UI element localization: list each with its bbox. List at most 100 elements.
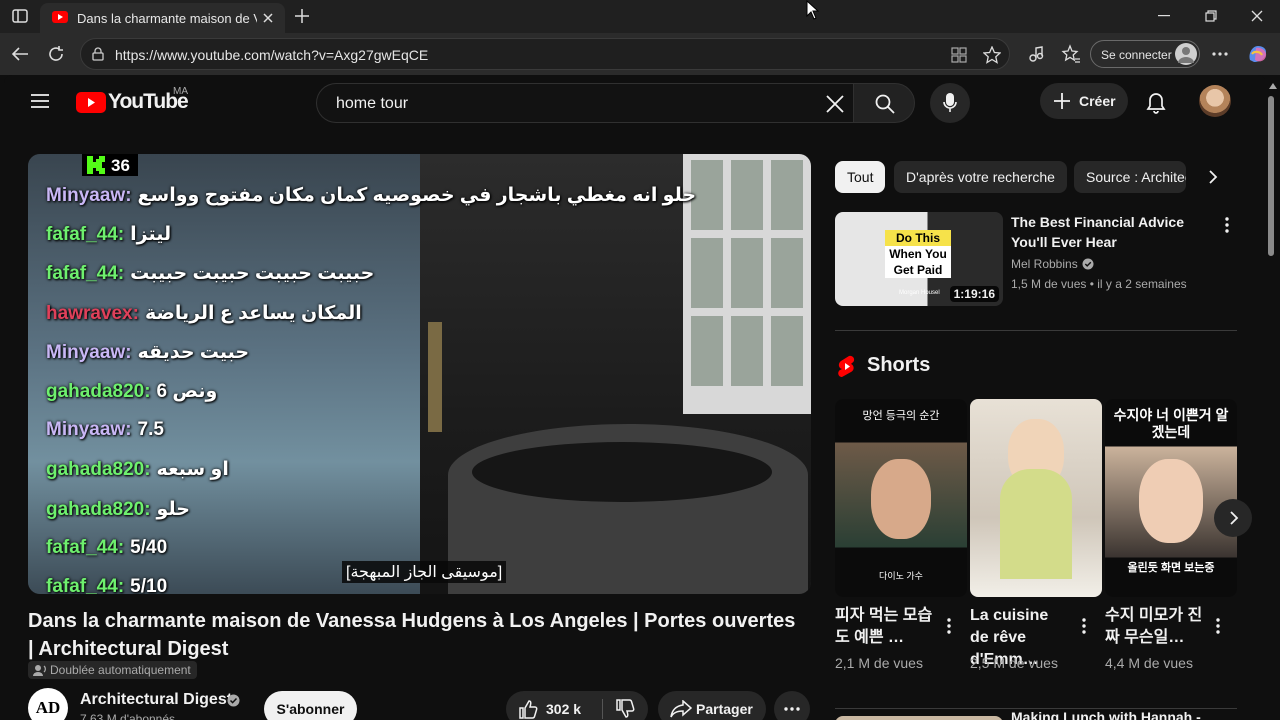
next-video-title[interactable]: Making Lunch with Hannah - <box>1011 709 1201 720</box>
tab-title: Dans la charmante maison de Van <box>77 11 257 26</box>
dislike-button[interactable] <box>603 691 648 720</box>
channel-name[interactable]: Architectural Digest <box>80 691 232 709</box>
youtube-logo-icon[interactable] <box>76 92 106 113</box>
short-bottom-text: 다이노 가수 <box>879 571 923 581</box>
notifications-bell-icon[interactable] <box>1146 92 1166 114</box>
video-caption: [موسيقى الجاز المبهجة] <box>342 561 507 583</box>
short-title-3[interactable]: 수지 미모가 진짜 무슨일… <box>1105 605 1205 649</box>
short-face-1 <box>871 459 931 539</box>
like-button[interactable]: 302 k <box>506 691 602 720</box>
url-text: https://www.youtube.com/watch?v=Axg27gwE… <box>115 47 429 63</box>
viewer-badge: 36 <box>82 154 138 176</box>
scrollbar-thumb[interactable] <box>1268 96 1274 256</box>
recommended-title[interactable]: The Best Financial Advice You'll Ever He… <box>1011 212 1221 252</box>
tab-youtube[interactable]: Dans la charmante maison de Van <box>40 3 285 33</box>
short-top-text: 수지야 너 이쁜거 알겠는데 <box>1113 407 1229 440</box>
tab-actions-icon[interactable] <box>12 9 28 23</box>
chat-username: fafaf_44: <box>46 536 125 558</box>
section-divider <box>835 330 1237 331</box>
chat-message: fafaf_44: 5/40 <box>46 537 167 559</box>
back-icon[interactable] <box>11 46 29 62</box>
short-figure-2 <box>1000 469 1072 579</box>
short-thumbnail-2[interactable] <box>970 399 1102 597</box>
recommended-views: 1,5 M de vues <box>1011 277 1087 291</box>
subscribe-button[interactable]: S'abonner <box>264 691 357 720</box>
settings-more-icon[interactable] <box>1212 52 1228 56</box>
chat-message: Minyaaw: 7.5 <box>46 419 164 441</box>
chat-text: او سبعه <box>156 459 229 481</box>
copilot-icon[interactable] <box>1246 42 1270 66</box>
chat-text: 5/10 <box>130 576 168 594</box>
recommended-thumbnail[interactable]: Do This When You Get Paid Morgan Housel … <box>835 212 1003 306</box>
chip-related[interactable]: D'après votre recherche <box>894 161 1067 193</box>
verified-check-icon <box>227 694 240 707</box>
video-left-frame <box>28 154 420 594</box>
search-input[interactable]: home tour <box>316 83 853 123</box>
dub-person-icon <box>33 664 47 676</box>
short-more-icon-2[interactable] <box>1082 618 1086 634</box>
app-grid-icon[interactable] <box>951 47 967 63</box>
like-count: 302 k <box>546 701 582 717</box>
short-thumbnail-1[interactable]: 망언 등극의 순간 다이노 가수 <box>835 399 967 597</box>
chat-username: gahada820: <box>46 459 151 481</box>
site-info-icon[interactable] <box>91 47 105 61</box>
chip-next-button[interactable] <box>1186 161 1246 193</box>
chat-username: fafaf_44: <box>46 263 125 285</box>
chat-text: ليتزا <box>130 224 172 246</box>
create-button[interactable]: Créer <box>1040 83 1128 119</box>
shorts-heading: Shorts <box>867 354 931 376</box>
minimize-icon[interactable] <box>1158 15 1170 17</box>
scroll-up-icon[interactable] <box>1269 83 1277 89</box>
voice-search-button[interactable] <box>930 83 970 123</box>
shorts-next-button[interactable] <box>1214 499 1252 537</box>
recommended-channel[interactable]: Mel Robbins <box>1011 257 1078 271</box>
thumbs-down-icon <box>615 699 635 719</box>
search-icon <box>875 94 895 114</box>
short-thumbnail-3[interactable]: 수지야 너 이쁜거 알겠는데 올린듯 화면 보는중 <box>1105 399 1237 597</box>
chip-source[interactable]: Source : Architectural Digest <box>1074 161 1186 193</box>
chat-text: المكان يساعد ع الرياضة <box>144 302 362 324</box>
search-query: home tour <box>336 95 409 112</box>
chip-all[interactable]: Tout <box>835 161 886 193</box>
chat-username: gahada820: <box>46 381 151 402</box>
restore-icon[interactable] <box>1205 10 1217 22</box>
recommended-more-icon[interactable] <box>1225 217 1229 233</box>
chevron-right-icon <box>1229 511 1239 525</box>
new-tab-icon[interactable] <box>294 8 310 24</box>
browser-toolbar: https://www.youtube.com/watch?v=Axg27gwE… <box>0 33 1280 75</box>
thumb-small-text: Morgan Housel <box>899 290 940 296</box>
chat-message: gahada820: او سبعه <box>46 458 229 481</box>
short-face-3 <box>1139 459 1203 543</box>
short-more-icon-3[interactable] <box>1216 618 1220 634</box>
recommended-stats: 1,5 M de vues • il y a 2 semaines <box>1011 277 1187 291</box>
favorites-icon[interactable] <box>1061 44 1081 64</box>
menu-icon[interactable] <box>31 94 49 108</box>
bathtub-interior <box>472 442 772 502</box>
short-title-1[interactable]: 피자 먹는 모습도 예쁜 … <box>835 605 935 649</box>
short-views-1: 2,1 M de vues <box>835 655 923 671</box>
signin-button[interactable]: Se connecter <box>1090 40 1200 68</box>
chat-message: gahada820: حلو <box>46 498 190 521</box>
close-tab-icon[interactable] <box>262 12 274 24</box>
share-arrow-icon <box>670 700 692 718</box>
chat-text: حبيت حديقه <box>137 341 250 363</box>
channel-avatar[interactable]: AD <box>28 688 68 720</box>
clear-search-icon[interactable] <box>826 95 844 113</box>
more-actions-button[interactable] <box>774 691 810 720</box>
address-field[interactable]: https://www.youtube.com/watch?v=Axg27gwE… <box>80 38 1010 70</box>
account-avatar[interactable] <box>1199 85 1231 117</box>
next-video-thumbnail[interactable] <box>835 716 1003 720</box>
extensions-icon[interactable] <box>1027 45 1045 63</box>
viewer-count: 36 <box>111 156 130 175</box>
reload-icon[interactable] <box>47 45 65 63</box>
share-button[interactable]: Partager <box>658 691 766 720</box>
verified-check-icon <box>1082 258 1094 270</box>
chat-username: fafaf_44: <box>46 576 125 594</box>
video-player[interactable]: 36 Minyaaw: حلو انه مغطي باشجار في خصوصيه… <box>28 154 811 594</box>
close-window-icon[interactable] <box>1251 10 1263 22</box>
search-button[interactable] <box>853 83 915 123</box>
video-duration: 1:19:16 <box>949 286 999 302</box>
create-label: Créer <box>1079 93 1116 109</box>
short-more-icon-1[interactable] <box>947 618 951 634</box>
favorite-star-icon[interactable] <box>983 46 1001 64</box>
